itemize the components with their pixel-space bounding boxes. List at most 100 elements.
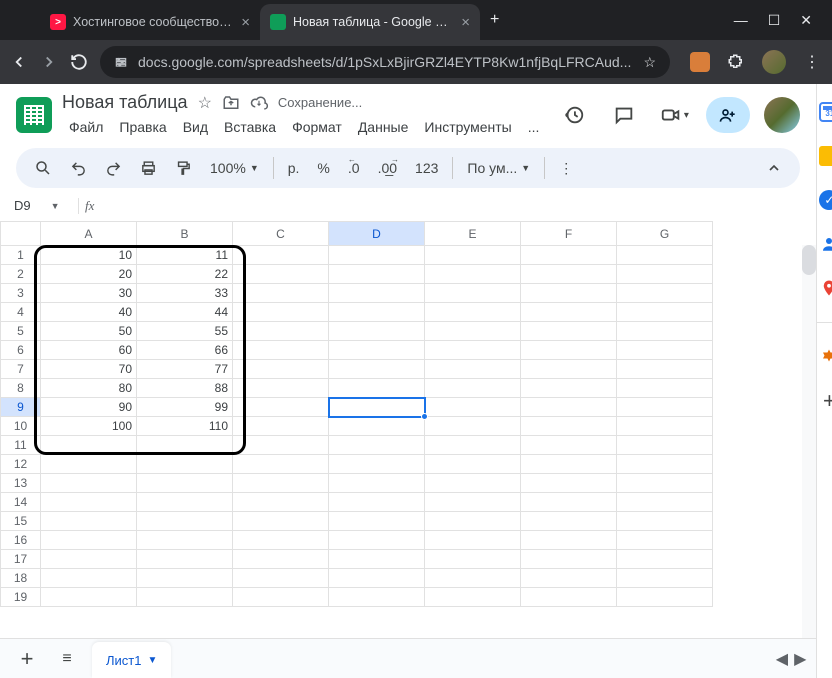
grid-cell[interactable] — [41, 493, 137, 512]
grid-cell[interactable] — [137, 436, 233, 455]
grid-cell[interactable]: 10 — [41, 246, 137, 265]
grid-cell[interactable] — [233, 303, 329, 322]
grid-cell[interactable] — [521, 303, 617, 322]
grid-cell[interactable] — [425, 474, 521, 493]
grid-cell[interactable] — [137, 455, 233, 474]
grid-cell[interactable]: 55 — [137, 322, 233, 341]
grid-cell[interactable] — [617, 303, 713, 322]
grid-cell[interactable] — [617, 493, 713, 512]
grid-cell[interactable] — [521, 569, 617, 588]
menu-item[interactable]: ... — [521, 116, 547, 138]
tasks-icon[interactable]: ✓ — [819, 190, 832, 210]
menu-item[interactable]: Формат — [285, 116, 349, 138]
grid-cell[interactable] — [329, 398, 425, 417]
grid-cell[interactable] — [617, 284, 713, 303]
menu-item[interactable]: Файл — [62, 116, 110, 138]
grid-cell[interactable] — [233, 569, 329, 588]
row-header[interactable]: 5 — [1, 322, 41, 341]
grid-cell[interactable] — [425, 303, 521, 322]
sheets-logo[interactable] — [16, 97, 52, 133]
grid-cell[interactable] — [617, 436, 713, 455]
grid-cell[interactable] — [521, 550, 617, 569]
row-header[interactable]: 15 — [1, 512, 41, 531]
grid-cell[interactable]: 30 — [41, 284, 137, 303]
grid-cell[interactable] — [329, 341, 425, 360]
row-header[interactable]: 13 — [1, 474, 41, 493]
grid-cell[interactable] — [233, 493, 329, 512]
grid-cell[interactable] — [425, 531, 521, 550]
grid-cell[interactable] — [329, 417, 425, 436]
extensions-button[interactable] — [726, 52, 746, 72]
undo-button[interactable] — [62, 154, 95, 183]
grid-cell[interactable]: 77 — [137, 360, 233, 379]
grid-cell[interactable] — [521, 493, 617, 512]
star-icon[interactable]: ☆ — [643, 54, 656, 71]
grid-cell[interactable] — [617, 588, 713, 607]
grid-cell[interactable] — [617, 455, 713, 474]
cloud-status-icon[interactable] — [250, 94, 268, 112]
grid-cell[interactable] — [521, 417, 617, 436]
selection-handle[interactable] — [421, 413, 428, 420]
grid-cell[interactable] — [233, 417, 329, 436]
column-header[interactable]: C — [233, 222, 329, 246]
grid-cell[interactable] — [137, 512, 233, 531]
column-header[interactable]: B — [137, 222, 233, 246]
comments-button[interactable] — [606, 97, 642, 133]
back-button[interactable] — [10, 53, 28, 71]
grid-cell[interactable] — [521, 398, 617, 417]
grid-cell[interactable] — [137, 550, 233, 569]
spreadsheet-grid[interactable]: ABCDEFG 11011220223303344044550556606677… — [0, 221, 816, 638]
grid-cell[interactable] — [425, 512, 521, 531]
zoom-dropdown[interactable]: 100% ▼ — [202, 154, 267, 182]
menu-item[interactable]: Правка — [112, 116, 173, 138]
row-header[interactable]: 4 — [1, 303, 41, 322]
menu-item[interactable]: Вид — [176, 116, 215, 138]
scroll-right-button[interactable]: ▶ — [794, 649, 806, 669]
grid-cell[interactable] — [617, 512, 713, 531]
grid-cell[interactable] — [425, 493, 521, 512]
grid-cell[interactable]: 88 — [137, 379, 233, 398]
url-field[interactable]: docs.google.com/spreadsheets/d/1pSxLxBji… — [100, 46, 670, 78]
grid-cell[interactable] — [521, 284, 617, 303]
grid-cell[interactable] — [425, 246, 521, 265]
grid-cell[interactable] — [617, 474, 713, 493]
grid-cell[interactable] — [233, 341, 329, 360]
grid-cell[interactable]: 60 — [41, 341, 137, 360]
grid-cell[interactable] — [521, 436, 617, 455]
paint-format-button[interactable] — [167, 154, 200, 183]
grid-cell[interactable]: 66 — [137, 341, 233, 360]
menu-item[interactable]: Инструменты — [417, 116, 518, 138]
grid-cell[interactable] — [233, 512, 329, 531]
grid-cell[interactable] — [329, 474, 425, 493]
grid-cell[interactable] — [137, 569, 233, 588]
row-header[interactable]: 17 — [1, 550, 41, 569]
meet-button[interactable]: ▾ — [656, 97, 692, 133]
grid-cell[interactable]: 90 — [41, 398, 137, 417]
grid-cell[interactable] — [425, 588, 521, 607]
grid-cell[interactable] — [329, 588, 425, 607]
grid-cell[interactable] — [425, 341, 521, 360]
close-window-button[interactable]: ✕ — [800, 12, 812, 29]
grid-cell[interactable] — [329, 360, 425, 379]
grid-cell[interactable] — [41, 474, 137, 493]
collapse-toolbar-button[interactable] — [758, 154, 790, 182]
browser-tab[interactable]: >Хостинговое сообщество «Tin× — [40, 4, 260, 40]
row-header[interactable]: 11 — [1, 436, 41, 455]
grid-cell[interactable] — [137, 588, 233, 607]
grid-cell[interactable] — [329, 379, 425, 398]
grid-cell[interactable] — [617, 341, 713, 360]
maps-icon[interactable] — [819, 278, 832, 298]
grid-cell[interactable] — [617, 569, 713, 588]
grid-cell[interactable] — [329, 550, 425, 569]
row-header[interactable]: 16 — [1, 531, 41, 550]
column-header[interactable]: E — [425, 222, 521, 246]
grid-cell[interactable]: 33 — [137, 284, 233, 303]
row-header[interactable]: 19 — [1, 588, 41, 607]
grid-cell[interactable] — [425, 455, 521, 474]
get-addons-button[interactable]: + — [819, 391, 832, 411]
grid-cell[interactable] — [233, 265, 329, 284]
grid-cell[interactable] — [41, 550, 137, 569]
grid-cell[interactable] — [329, 265, 425, 284]
forward-button[interactable] — [40, 53, 58, 71]
grid-cell[interactable] — [617, 531, 713, 550]
